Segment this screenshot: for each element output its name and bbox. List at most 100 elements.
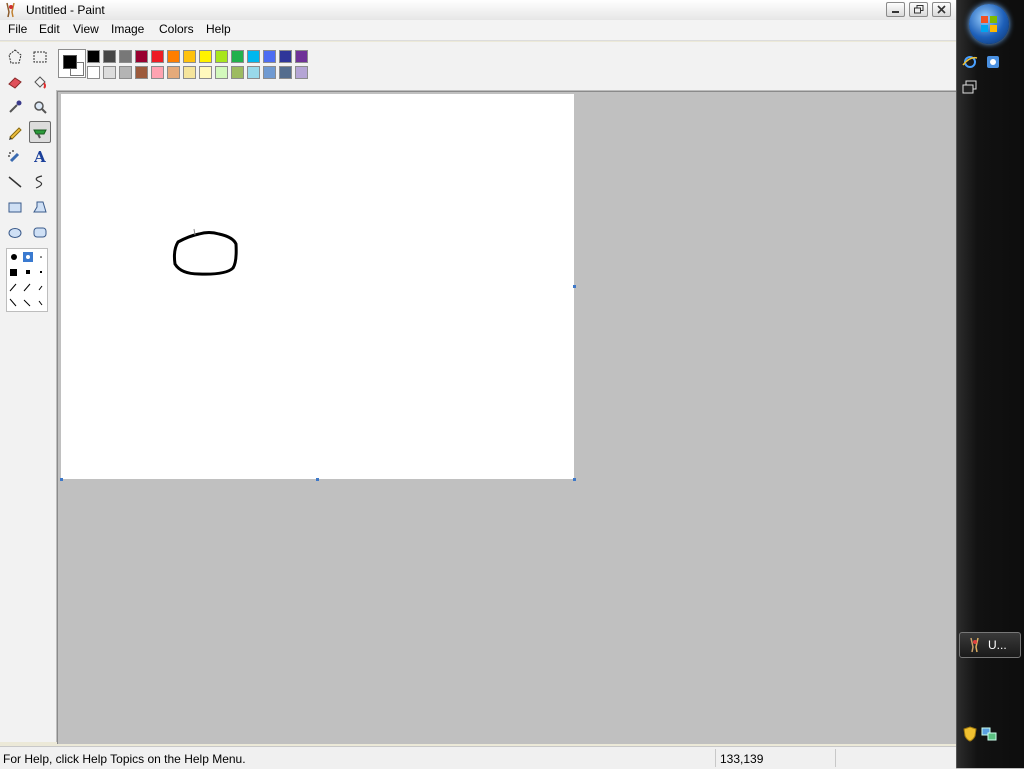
color-swatch[interactable] bbox=[231, 50, 244, 63]
windows-logo-icon bbox=[981, 16, 997, 32]
line-icon bbox=[8, 176, 22, 188]
color-swatch[interactable] bbox=[199, 66, 212, 79]
minimize-button[interactable] bbox=[886, 2, 905, 17]
taskbar-button-paint[interactable]: U... bbox=[959, 632, 1021, 658]
color-swatch[interactable] bbox=[119, 50, 132, 63]
tool-ellipse[interactable] bbox=[4, 221, 26, 243]
paint-window: Untitled - Paint File Edit View Image Co… bbox=[0, 0, 957, 769]
tool-rounded-rectangle[interactable] bbox=[29, 221, 51, 243]
color-swatch[interactable] bbox=[263, 66, 276, 79]
color-swatch[interactable] bbox=[199, 50, 212, 63]
tool-magnifier[interactable] bbox=[29, 96, 51, 118]
color-swatch[interactable] bbox=[247, 66, 260, 79]
menu-colors[interactable]: Colors bbox=[156, 22, 197, 36]
menu-image[interactable]: Image bbox=[108, 22, 147, 36]
tool-rectangle[interactable] bbox=[4, 196, 26, 218]
tool-pencil[interactable] bbox=[4, 121, 26, 143]
polygon-icon bbox=[33, 201, 47, 213]
color-swatch[interactable] bbox=[135, 66, 148, 79]
color-swatch[interactable] bbox=[247, 50, 260, 63]
network-icon[interactable] bbox=[981, 726, 997, 742]
status-bar: For Help, click Help Topics on the Help … bbox=[0, 746, 956, 769]
tool-eraser[interactable] bbox=[4, 71, 26, 93]
taskbar-button-label: U... bbox=[988, 638, 1007, 652]
tool-airbrush[interactable] bbox=[4, 146, 26, 168]
color-swatch[interactable] bbox=[119, 66, 132, 79]
color-swatch[interactable] bbox=[87, 50, 100, 63]
star-select-icon bbox=[8, 49, 22, 64]
tool-polygon[interactable] bbox=[29, 196, 51, 218]
color-swatch[interactable] bbox=[183, 50, 196, 63]
start-button[interactable] bbox=[969, 4, 1009, 44]
color-palette bbox=[56, 42, 956, 91]
color-swatch[interactable] bbox=[167, 50, 180, 63]
color-swatch[interactable] bbox=[279, 50, 292, 63]
curve-icon bbox=[35, 175, 43, 189]
menu-file[interactable]: File bbox=[5, 22, 30, 36]
eraser-icon bbox=[8, 77, 22, 89]
status-separator bbox=[835, 749, 836, 767]
title-bar[interactable]: Untitled - Paint bbox=[0, 0, 956, 21]
close-button[interactable] bbox=[932, 2, 951, 17]
status-help-text: For Help, click Help Topics on the Help … bbox=[3, 752, 246, 766]
color-swatch[interactable] bbox=[215, 50, 228, 63]
current-colors[interactable] bbox=[58, 49, 86, 78]
cursor-coordinates: 133,139 bbox=[720, 752, 764, 766]
tool-brush[interactable] bbox=[29, 121, 51, 143]
tool-curve[interactable] bbox=[29, 171, 51, 193]
paint-taskbar-icon bbox=[970, 637, 979, 653]
color-swatch[interactable] bbox=[151, 66, 164, 79]
color-swatch[interactable] bbox=[151, 50, 164, 63]
tool-text[interactable]: A bbox=[29, 146, 51, 168]
color-swatch[interactable] bbox=[167, 66, 180, 79]
quick-launch-app-icon[interactable] bbox=[985, 54, 1001, 70]
menu-bar: File Edit View Image Colors Help bbox=[0, 20, 956, 41]
paint-app-icon bbox=[6, 2, 15, 18]
resize-handle-bottom[interactable] bbox=[316, 478, 319, 481]
internet-explorer-icon[interactable] bbox=[962, 54, 978, 70]
window-title: Untitled - Paint bbox=[26, 3, 105, 17]
color-swatch[interactable] bbox=[87, 66, 100, 79]
tool-line[interactable] bbox=[4, 171, 26, 193]
magnifier-icon bbox=[34, 101, 47, 114]
airbrush-icon bbox=[8, 150, 20, 163]
taskbar: U... bbox=[956, 0, 1024, 768]
color-swatch[interactable] bbox=[295, 50, 308, 63]
color-swatch[interactable] bbox=[135, 50, 148, 63]
menu-view[interactable]: View bbox=[70, 22, 102, 36]
minimize-icon bbox=[892, 11, 899, 13]
drawing-layer bbox=[172, 228, 238, 276]
drawing-canvas[interactable] bbox=[61, 94, 574, 479]
security-shield-icon[interactable] bbox=[962, 726, 978, 742]
resize-handle-bottom-left bbox=[60, 478, 63, 481]
eyedropper-icon bbox=[9, 100, 22, 113]
rect-select-icon bbox=[33, 51, 47, 63]
status-separator bbox=[715, 749, 716, 767]
color-swatch[interactable] bbox=[231, 66, 244, 79]
tool-free-form-select[interactable] bbox=[4, 46, 26, 68]
text-icon: A bbox=[34, 148, 46, 166]
tool-select[interactable] bbox=[29, 46, 51, 68]
resize-handle-right[interactable] bbox=[573, 285, 576, 288]
brush-icon bbox=[33, 129, 47, 139]
show-desktop-icon[interactable] bbox=[962, 79, 978, 95]
resize-handle-bottom-right[interactable] bbox=[573, 478, 576, 481]
brush-shapes-icon bbox=[9, 252, 43, 307]
color-swatch[interactable] bbox=[279, 66, 292, 79]
brush-shape-large-circle bbox=[11, 254, 17, 260]
pencil-icon bbox=[9, 127, 22, 140]
color-swatch[interactable] bbox=[103, 50, 116, 63]
color-swatch[interactable] bbox=[263, 50, 276, 63]
color-swatch[interactable] bbox=[295, 66, 308, 79]
menu-edit[interactable]: Edit bbox=[36, 22, 63, 36]
workspace bbox=[57, 91, 957, 744]
menu-help[interactable]: Help bbox=[203, 22, 234, 36]
restore-button[interactable] bbox=[909, 2, 928, 17]
close-icon bbox=[937, 5, 946, 14]
color-swatch[interactable] bbox=[103, 66, 116, 79]
tool-pick-color[interactable] bbox=[4, 96, 26, 118]
color-swatch[interactable] bbox=[215, 66, 228, 79]
rectangle-icon bbox=[8, 202, 22, 213]
tool-fill[interactable] bbox=[29, 71, 51, 93]
color-swatch[interactable] bbox=[183, 66, 196, 79]
